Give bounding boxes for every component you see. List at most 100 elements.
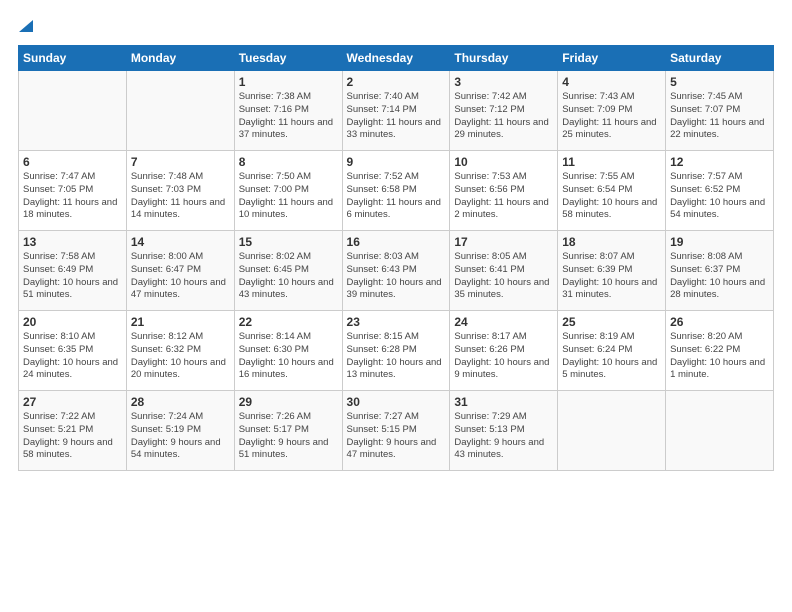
day-number: 8 <box>239 155 338 169</box>
calendar-cell: 28 Sunrise: 7:24 AM Sunset: 5:19 PM Dayli… <box>126 391 234 471</box>
calendar-cell: 21Sunrise: 8:12 AM Sunset: 6:32 PM Dayli… <box>126 311 234 391</box>
day-detail: Sunrise: 8:15 AM Sunset: 6:28 PM Dayligh… <box>347 331 446 382</box>
day-number: 22 <box>239 315 338 329</box>
day-detail: Sunrise: 8:19 AM Sunset: 6:24 PM Dayligh… <box>562 331 661 382</box>
day-detail: Sunrise: 7:26 AM Sunset: 5:17 PM Dayligh… <box>239 411 338 462</box>
day-number: 5 <box>670 75 769 89</box>
day-number: 17 <box>454 235 553 249</box>
calendar-cell: 20 Sunrise: 8:10 AM Sunset: 6:35 PM Dayli… <box>19 311 127 391</box>
calendar-week-3: 13 Sunrise: 7:58 AM Sunset: 6:49 PM Dayli… <box>19 231 774 311</box>
day-number: 30 <box>347 395 446 409</box>
day-number: 16 <box>347 235 446 249</box>
day-detail: Sunrise: 7:27 AM Sunset: 5:15 PM Dayligh… <box>347 411 446 462</box>
calendar-cell: 12 Sunrise: 7:57 AM Sunset: 6:52 PM Dayli… <box>666 151 774 231</box>
calendar-cell: 23 Sunrise: 8:15 AM Sunset: 6:28 PM Dayli… <box>342 311 450 391</box>
calendar-cell: 7 Sunrise: 7:48 AM Sunset: 7:03 PM Daylig… <box>126 151 234 231</box>
day-number: 23 <box>347 315 446 329</box>
calendar-cell: 27 Sunrise: 7:22 AM Sunset: 5:21 PM Dayli… <box>19 391 127 471</box>
day-number: 26 <box>670 315 769 329</box>
calendar-cell: 3Sunrise: 7:42 AM Sunset: 7:12 PM Daylig… <box>450 71 558 151</box>
day-detail: Sunrise: 8:10 AM Sunset: 6:35 PM Dayligh… <box>23 331 122 382</box>
day-detail: Sunrise: 7:50 AM Sunset: 7:00 PM Dayligh… <box>239 171 338 222</box>
page: SundayMondayTuesdayWednesdayThursdayFrid… <box>0 0 792 483</box>
day-detail: Sunrise: 7:53 AM Sunset: 6:56 PM Dayligh… <box>454 171 553 222</box>
day-detail: Sunrise: 7:47 AM Sunset: 7:05 PM Dayligh… <box>23 171 122 222</box>
day-detail: Sunrise: 8:20 AM Sunset: 6:22 PM Dayligh… <box>670 331 769 382</box>
day-detail: Sunrise: 7:57 AM Sunset: 6:52 PM Dayligh… <box>670 171 769 222</box>
day-number: 15 <box>239 235 338 249</box>
day-number: 19 <box>670 235 769 249</box>
day-detail: Sunrise: 7:29 AM Sunset: 5:13 PM Dayligh… <box>454 411 553 462</box>
weekday-header-monday: Monday <box>126 46 234 71</box>
calendar-cell: 8 Sunrise: 7:50 AM Sunset: 7:00 PM Daylig… <box>234 151 342 231</box>
day-detail: Sunrise: 8:03 AM Sunset: 6:43 PM Dayligh… <box>347 251 446 302</box>
calendar-cell: 26 Sunrise: 8:20 AM Sunset: 6:22 PM Dayli… <box>666 311 774 391</box>
calendar-cell: 16 Sunrise: 8:03 AM Sunset: 6:43 PM Dayli… <box>342 231 450 311</box>
calendar-week-5: 27 Sunrise: 7:22 AM Sunset: 5:21 PM Dayli… <box>19 391 774 471</box>
calendar-cell: 19 Sunrise: 8:08 AM Sunset: 6:37 PM Dayli… <box>666 231 774 311</box>
logo <box>18 16 33 37</box>
day-detail: Sunrise: 8:14 AM Sunset: 6:30 PM Dayligh… <box>239 331 338 382</box>
day-detail: Sunrise: 8:00 AM Sunset: 6:47 PM Dayligh… <box>131 251 230 302</box>
day-number: 9 <box>347 155 446 169</box>
day-detail: Sunrise: 7:22 AM Sunset: 5:21 PM Dayligh… <box>23 411 122 462</box>
day-number: 28 <box>131 395 230 409</box>
day-number: 4 <box>562 75 661 89</box>
day-number: 6 <box>23 155 122 169</box>
weekday-header-friday: Friday <box>558 46 666 71</box>
day-detail: Sunrise: 7:24 AM Sunset: 5:19 PM Dayligh… <box>131 411 230 462</box>
header-row: SundayMondayTuesdayWednesdayThursdayFrid… <box>19 46 774 71</box>
day-detail: Sunrise: 8:05 AM Sunset: 6:41 PM Dayligh… <box>454 251 553 302</box>
calendar-cell: 2 Sunrise: 7:40 AM Sunset: 7:14 PM Daylig… <box>342 71 450 151</box>
calendar-cell: 15 Sunrise: 8:02 AM Sunset: 6:45 PM Dayli… <box>234 231 342 311</box>
day-detail: Sunrise: 7:58 AM Sunset: 6:49 PM Dayligh… <box>23 251 122 302</box>
logo-arrow-icon <box>19 16 33 37</box>
day-number: 31 <box>454 395 553 409</box>
weekday-header-saturday: Saturday <box>666 46 774 71</box>
day-detail: Sunrise: 7:38 AM Sunset: 7:16 PM Dayligh… <box>239 91 338 142</box>
calendar-cell: 30 Sunrise: 7:27 AM Sunset: 5:15 PM Dayli… <box>342 391 450 471</box>
calendar-cell: 5 Sunrise: 7:45 AM Sunset: 7:07 PM Daylig… <box>666 71 774 151</box>
calendar-cell: 10 Sunrise: 7:53 AM Sunset: 6:56 PM Dayli… <box>450 151 558 231</box>
day-number: 13 <box>23 235 122 249</box>
day-number: 20 <box>23 315 122 329</box>
day-number: 14 <box>131 235 230 249</box>
calendar-cell: 1 Sunrise: 7:38 AM Sunset: 7:16 PM Daylig… <box>234 71 342 151</box>
calendar-cell: 14 Sunrise: 8:00 AM Sunset: 6:47 PM Dayli… <box>126 231 234 311</box>
day-number: 25 <box>562 315 661 329</box>
calendar-week-2: 6 Sunrise: 7:47 AM Sunset: 7:05 PM Daylig… <box>19 151 774 231</box>
weekday-header-wednesday: Wednesday <box>342 46 450 71</box>
day-number: 10 <box>454 155 553 169</box>
calendar-cell: 6 Sunrise: 7:47 AM Sunset: 7:05 PM Daylig… <box>19 151 127 231</box>
calendar-cell: 17 Sunrise: 8:05 AM Sunset: 6:41 PM Dayli… <box>450 231 558 311</box>
calendar-cell <box>666 391 774 471</box>
calendar-week-4: 20 Sunrise: 8:10 AM Sunset: 6:35 PM Dayli… <box>19 311 774 391</box>
calendar-cell: 18 Sunrise: 8:07 AM Sunset: 6:39 PM Dayli… <box>558 231 666 311</box>
day-detail: Sunrise: 8:08 AM Sunset: 6:37 PM Dayligh… <box>670 251 769 302</box>
calendar-cell: 24Sunrise: 8:17 AM Sunset: 6:26 PM Dayli… <box>450 311 558 391</box>
calendar-cell <box>558 391 666 471</box>
calendar-cell <box>19 71 127 151</box>
day-number: 29 <box>239 395 338 409</box>
day-detail: Sunrise: 7:45 AM Sunset: 7:07 PM Dayligh… <box>670 91 769 142</box>
header <box>18 16 774 37</box>
day-detail: Sunrise: 7:48 AM Sunset: 7:03 PM Dayligh… <box>131 171 230 222</box>
day-detail: Sunrise: 7:52 AM Sunset: 6:58 PM Dayligh… <box>347 171 446 222</box>
day-detail: Sunrise: 8:07 AM Sunset: 6:39 PM Dayligh… <box>562 251 661 302</box>
day-detail: Sunrise: 7:43 AM Sunset: 7:09 PM Dayligh… <box>562 91 661 142</box>
day-number: 11 <box>562 155 661 169</box>
day-number: 12 <box>670 155 769 169</box>
day-detail: Sunrise: 8:12 AM Sunset: 6:32 PM Dayligh… <box>131 331 230 382</box>
day-detail: Sunrise: 8:02 AM Sunset: 6:45 PM Dayligh… <box>239 251 338 302</box>
calendar-cell: 29 Sunrise: 7:26 AM Sunset: 5:17 PM Dayli… <box>234 391 342 471</box>
calendar-cell: 22 Sunrise: 8:14 AM Sunset: 6:30 PM Dayli… <box>234 311 342 391</box>
calendar-cell: 25 Sunrise: 8:19 AM Sunset: 6:24 PM Dayli… <box>558 311 666 391</box>
day-number: 1 <box>239 75 338 89</box>
calendar-cell: 9 Sunrise: 7:52 AM Sunset: 6:58 PM Daylig… <box>342 151 450 231</box>
day-number: 2 <box>347 75 446 89</box>
day-number: 18 <box>562 235 661 249</box>
day-number: 7 <box>131 155 230 169</box>
calendar-table: SundayMondayTuesdayWednesdayThursdayFrid… <box>18 45 774 471</box>
day-detail: Sunrise: 7:40 AM Sunset: 7:14 PM Dayligh… <box>347 91 446 142</box>
day-number: 27 <box>23 395 122 409</box>
